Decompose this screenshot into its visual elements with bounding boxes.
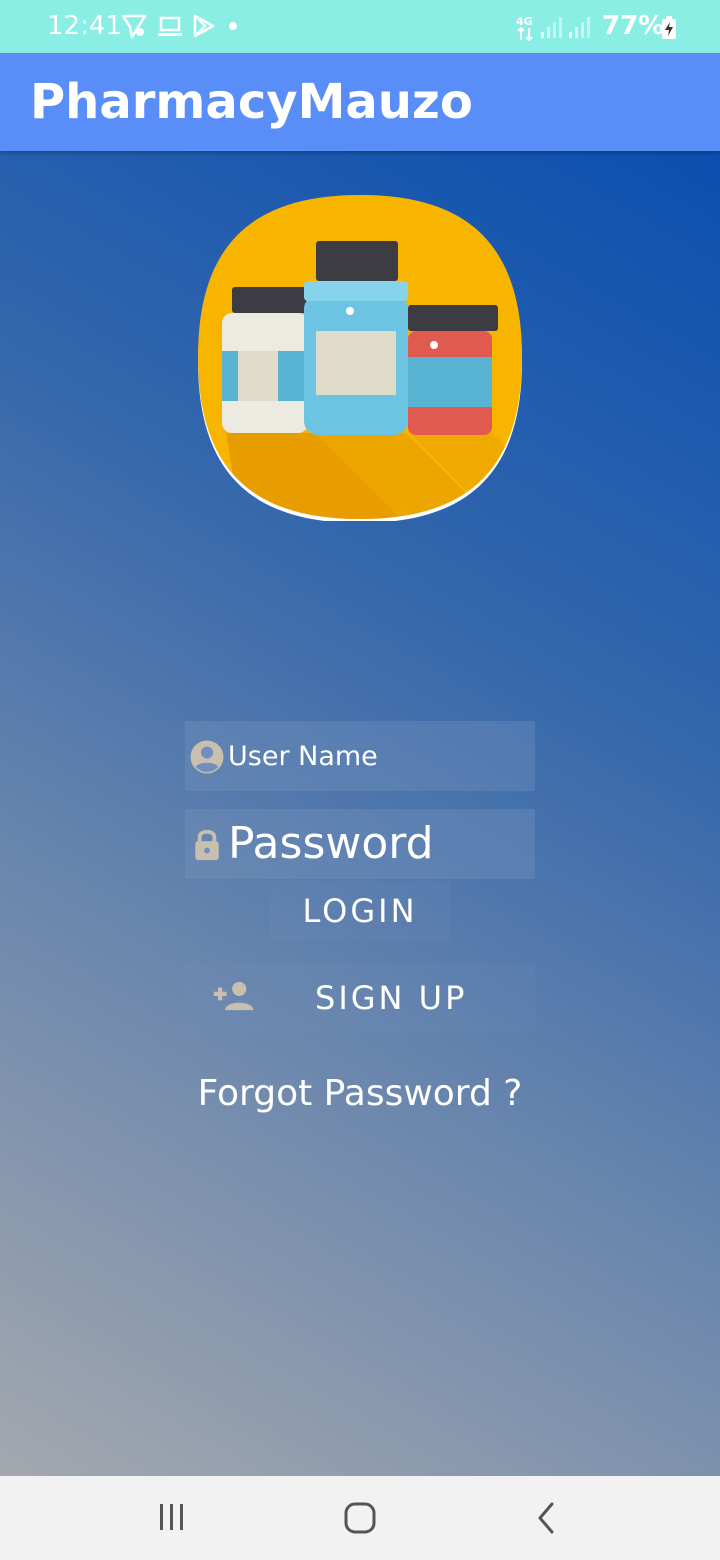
- dot-icon: [229, 22, 237, 30]
- navigation-bar: [0, 1476, 720, 1560]
- signal-icon: [541, 17, 562, 38]
- network-4g-icon: 4G: [516, 15, 533, 42]
- send-icon: [121, 14, 147, 39]
- svg-text:4G: 4G: [516, 15, 533, 28]
- medicine-bottles-logo: [198, 195, 522, 521]
- home-icon[interactable]: [338, 1498, 382, 1538]
- username-placeholder: User Name: [228, 741, 378, 772]
- person-add-icon: [213, 981, 254, 1011]
- battery-charging-icon: [662, 16, 676, 39]
- laptop-icon: [158, 16, 182, 36]
- lock-icon: [195, 829, 219, 861]
- login-button[interactable]: LOGIN: [270, 881, 450, 941]
- password-placeholder: Password: [228, 818, 434, 869]
- login-screen: User Name Password LOGIN SIGN UP Forgot …: [0, 151, 720, 1476]
- status-time: 12:41: [47, 11, 122, 41]
- app-title: PharmacyMauzo: [30, 74, 473, 130]
- signal-icon: [569, 17, 590, 38]
- play-store-icon: [193, 14, 215, 38]
- app-bar: PharmacyMauzo: [0, 53, 720, 151]
- back-icon[interactable]: [528, 1498, 568, 1538]
- login-label: LOGIN: [302, 892, 418, 930]
- account-circle-icon: [190, 740, 224, 774]
- signup-label: SIGN UP: [315, 979, 468, 1017]
- password-field[interactable]: Password: [185, 809, 535, 879]
- signup-button[interactable]: SIGN UP: [185, 963, 535, 1033]
- recents-icon[interactable]: [152, 1500, 192, 1536]
- status-bar: 12:41 4G 77%: [0, 0, 720, 53]
- username-field[interactable]: User Name: [185, 721, 535, 791]
- battery-percentage: 77%: [602, 11, 665, 41]
- forgot-password-link[interactable]: Forgot Password ?: [0, 1071, 720, 1117]
